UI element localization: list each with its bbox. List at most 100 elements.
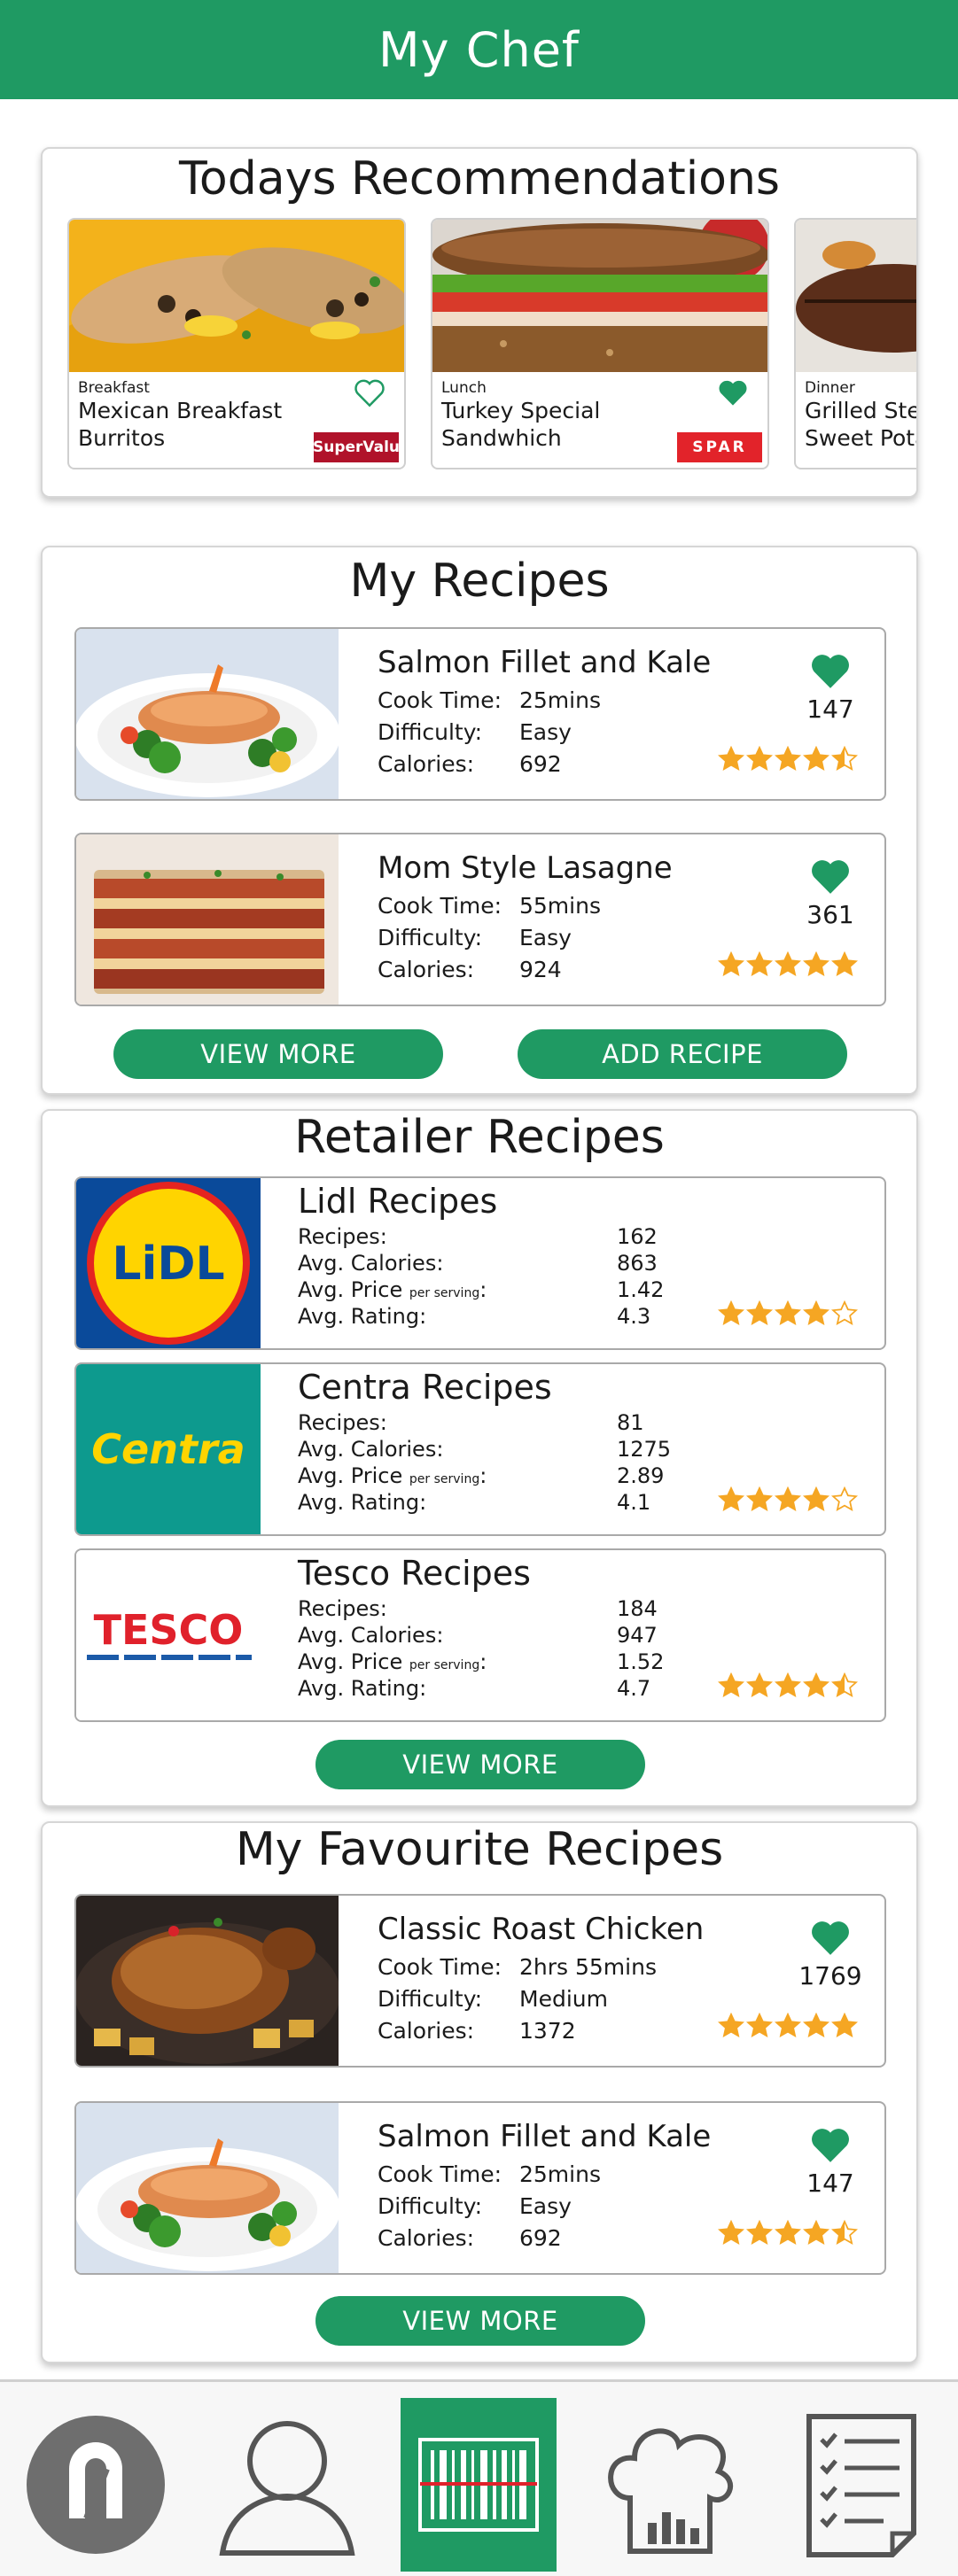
cook-time-value: 25mins — [519, 687, 601, 713]
burritos-image — [69, 220, 404, 372]
star-filled-icon — [803, 951, 829, 976]
nav-item-chef[interactable] — [592, 2398, 748, 2572]
heart-filled-icon[interactable] — [806, 856, 854, 896]
spar-logo: SPAR — [677, 432, 762, 462]
recommendation-meal-label: Dinner — [805, 379, 855, 397]
view-more-button[interactable]: VIEW MORE — [315, 2296, 645, 2346]
recipes-label: Recipes: — [298, 1410, 387, 1435]
heart-filled-icon[interactable] — [806, 1917, 854, 1958]
recommendation-card-breakfast[interactable]: Breakfast Mexican Breakfast Burritos Sup… — [67, 218, 406, 469]
heart-outline-icon[interactable] — [353, 377, 386, 407]
retailer-recipes-title: Retailer Recipes — [294, 1111, 665, 1164]
nav-item-profile[interactable] — [209, 2398, 365, 2572]
recipe-row[interactable]: Classic Roast Chicken Cook Time: 2hrs 55… — [74, 1894, 886, 2068]
avg-rating-label: Avg. Rating: — [298, 1676, 427, 1701]
calories-value: 924 — [519, 957, 562, 982]
salmon-image — [76, 2103, 339, 2273]
avg-calories-value: 863 — [617, 1251, 658, 1276]
per-serving-text: per serving — [409, 1472, 480, 1486]
star-filled-icon — [775, 2220, 801, 2245]
heart-filled-icon[interactable] — [716, 377, 750, 407]
calories-label: Calories: — [378, 957, 475, 982]
star-filled-icon — [718, 1300, 744, 1325]
avg-rating-label: Avg. Rating: — [298, 1304, 427, 1329]
star-half-icon — [831, 1672, 858, 1697]
app-title: My Chef — [378, 21, 580, 78]
difficulty-value: Easy — [519, 719, 572, 745]
star-filled-icon — [746, 2220, 773, 2245]
retailer-recipes-card: Retailer Recipes LiDL Lidl Recipes Recip… — [41, 1109, 918, 1807]
colon-text: : — [479, 1277, 487, 1302]
sandwich-image — [432, 220, 767, 372]
recipe-row[interactable]: Salmon Fillet and Kale Cook Time: 25mins… — [74, 627, 886, 801]
star-filled-icon — [803, 1300, 829, 1325]
recipe-row[interactable]: Mom Style Lasagne Cook Time: 55mins Diff… — [74, 833, 886, 1006]
avg-price-text: Avg. Price — [298, 1277, 403, 1302]
difficulty-value: Easy — [519, 2193, 572, 2219]
heart-filled-icon[interactable] — [806, 650, 854, 691]
checklist-icon — [806, 2414, 916, 2557]
add-recipe-button[interactable]: ADD RECIPE — [518, 1029, 847, 1079]
nav-item-scanner[interactable] — [401, 2398, 557, 2572]
avg-rating-value: 4.1 — [617, 1490, 651, 1515]
star-filled-icon — [775, 1672, 801, 1697]
cook-time-label: Cook Time: — [378, 687, 502, 713]
spar-logo-text: SPAR — [692, 438, 747, 456]
recommendation-card-lunch[interactable]: Lunch Turkey Special Sandwhich SPAR — [431, 218, 769, 469]
avg-price-text: Avg. Price — [298, 1463, 403, 1488]
per-serving-text: per serving — [409, 1658, 480, 1672]
difficulty-value: Easy — [519, 925, 572, 950]
star-filled-icon — [775, 1486, 801, 1511]
per-serving-text: per serving — [409, 1286, 480, 1300]
star-filled-icon — [718, 2013, 744, 2037]
rating-stars — [718, 1486, 858, 1513]
roast-chicken-image — [76, 1896, 339, 2066]
star-filled-icon — [775, 1300, 801, 1325]
star-filled-icon — [718, 951, 744, 976]
cook-time-value: 55mins — [519, 893, 601, 919]
cook-time-label: Cook Time: — [378, 1954, 502, 1980]
rating-stars — [718, 2220, 858, 2246]
profile-icon — [219, 2421, 355, 2556]
bottom-navigation — [0, 2379, 958, 2576]
view-more-button[interactable]: VIEW MORE — [315, 1740, 645, 1789]
star-empty-icon — [831, 1486, 858, 1511]
star-filled-icon — [803, 746, 829, 771]
avg-calories-label: Avg. Calories: — [298, 1623, 444, 1648]
retailer-row-tesco[interactable]: TESCO Tesco Recipes Recipes: 184 Avg. Ca… — [74, 1548, 886, 1722]
recommendation-card-dinner[interactable]: Dinner Grilled Steak Sweet Potato — [794, 218, 916, 469]
retailer-row-centra[interactable]: Centra Centra Recipes Recipes: 81 Avg. C… — [74, 1362, 886, 1536]
tesco-logo-text: TESCO — [94, 1606, 244, 1654]
avg-price-value: 1.42 — [617, 1277, 665, 1302]
cook-time-label: Cook Time: — [378, 2161, 502, 2187]
nav-item-home[interactable] — [18, 2398, 174, 2572]
centra-logo-text: Centra — [91, 1425, 245, 1473]
calories-value: 692 — [519, 2225, 562, 2251]
star-filled-icon — [746, 951, 773, 976]
my-recipes-title: My Recipes — [349, 555, 610, 608]
recipes-value: 184 — [617, 1596, 658, 1621]
retailer-name: Tesco Recipes — [298, 1554, 531, 1593]
recommendation-name: Grilled Steak Sweet Potato — [805, 398, 916, 451]
likes-count: 361 — [806, 900, 854, 929]
app-header: My Chef — [0, 0, 958, 99]
avg-calories-label: Avg. Calories: — [298, 1251, 444, 1276]
lidl-logo-text: LiDL — [112, 1238, 224, 1291]
retailer-row-lidl[interactable]: LiDL Lidl Recipes Recipes: 162 Avg. Calo… — [74, 1176, 886, 1350]
recipe-name: Mom Style Lasagne — [378, 850, 673, 886]
star-half-icon — [831, 2220, 858, 2245]
calories-value: 692 — [519, 751, 562, 777]
retailer-name: Lidl Recipes — [298, 1182, 498, 1221]
recommendation-name: Mexican Breakfast Burritos — [78, 398, 283, 451]
recipe-row[interactable]: Salmon Fillet and Kale Cook Time: 25mins… — [74, 2101, 886, 2275]
lasagne-image — [76, 834, 339, 1005]
star-filled-icon — [803, 1486, 829, 1511]
heart-filled-icon[interactable] — [806, 2124, 854, 2165]
nav-item-list[interactable] — [783, 2398, 939, 2572]
star-filled-icon — [746, 1672, 773, 1697]
app-logo-icon — [27, 2416, 165, 2554]
supervalu-logo: SuperValu — [313, 432, 400, 462]
difficulty-value: Medium — [519, 1986, 608, 2012]
view-more-button[interactable]: VIEW MORE — [113, 1029, 443, 1079]
colon-text: : — [479, 1649, 487, 1674]
